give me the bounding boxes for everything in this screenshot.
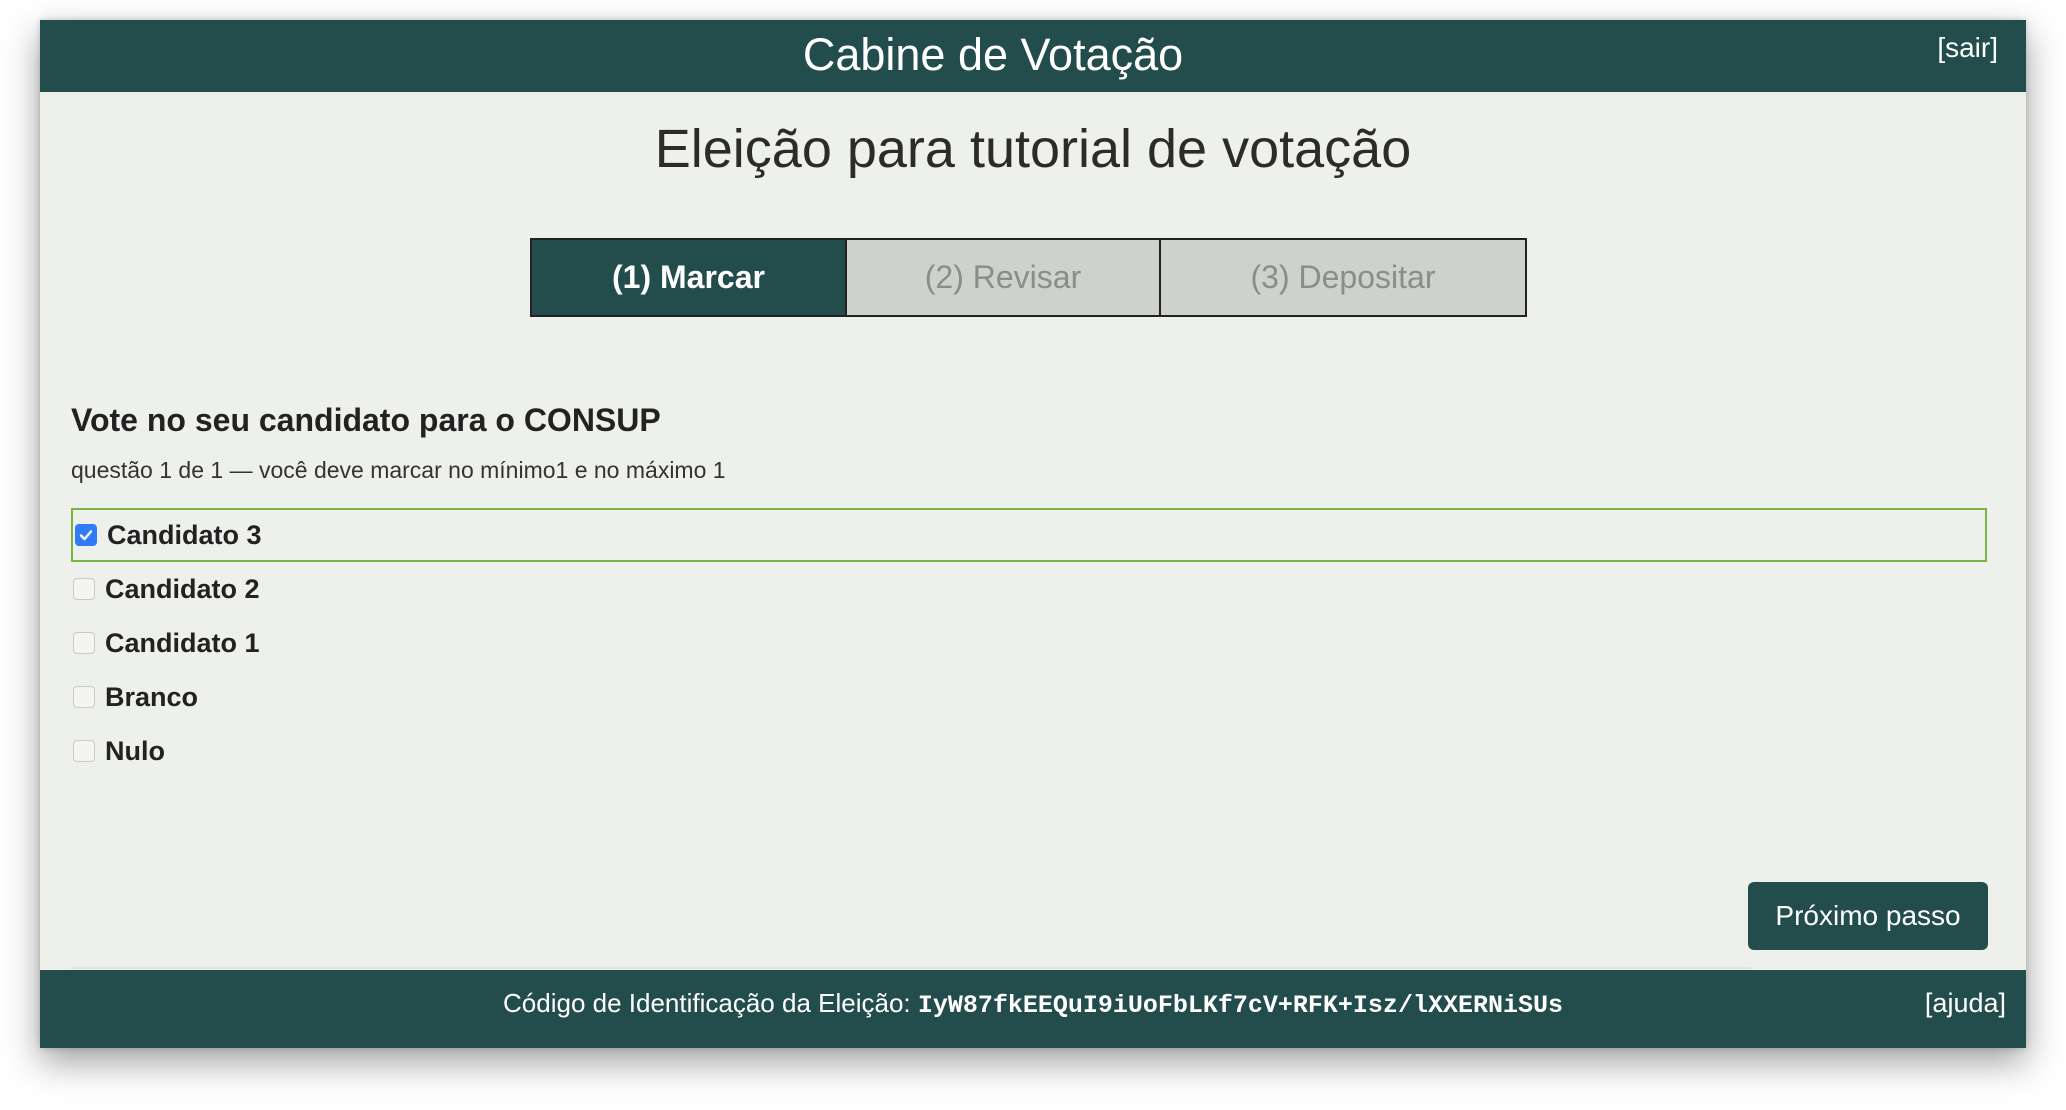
answer-label: Candidato 2 bbox=[105, 573, 260, 604]
checkbox[interactable] bbox=[73, 686, 95, 708]
answer-branco[interactable]: Branco bbox=[71, 670, 1987, 724]
election-id-label: Código de Identificação da Eleição: bbox=[503, 988, 911, 1018]
app-title: Cabine de Votação bbox=[802, 29, 1184, 80]
voting-booth-window: Cabine de Votação [sair] Eleição para tu… bbox=[40, 20, 2026, 1048]
checkbox[interactable] bbox=[73, 578, 95, 600]
election-title: Eleição para tutorial de votação bbox=[654, 119, 1412, 179]
check-icon bbox=[79, 530, 93, 541]
checkbox[interactable] bbox=[73, 632, 95, 654]
question-subtitle: questão 1 de 1 — você deve marcar no mín… bbox=[71, 457, 726, 483]
next-step-button[interactable]: Próximo passo bbox=[1748, 882, 1988, 950]
divider bbox=[71, 967, 1751, 969]
answer-label: Branco bbox=[105, 681, 199, 712]
answer-candidato-2[interactable]: Candidato 2 bbox=[71, 562, 1987, 616]
header-bar: Cabine de Votação [sair] bbox=[40, 20, 2026, 92]
step-deposit: (3) Depositar bbox=[1159, 240, 1525, 315]
election-id-line: Código de Identificação da Eleição: IyW8… bbox=[40, 988, 2026, 1020]
question-title: Vote no seu candidato para o CONSUP bbox=[71, 402, 661, 438]
step-mark: (1) Marcar bbox=[532, 240, 845, 315]
election-id-code: IyW87fkEEQuI9iUoFbLKf7cV+RFK+Isz/lXXERNi… bbox=[917, 991, 1563, 1020]
checkbox[interactable] bbox=[73, 740, 95, 762]
answer-candidato-1[interactable]: Candidato 1 bbox=[71, 616, 1987, 670]
answer-nulo[interactable]: Nulo bbox=[71, 724, 1987, 778]
answer-label: Candidato 1 bbox=[105, 627, 260, 658]
checkbox-checked[interactable] bbox=[75, 524, 97, 546]
step-review: (2) Revisar bbox=[845, 240, 1159, 315]
answer-label: Candidato 3 bbox=[107, 519, 262, 550]
help-link[interactable]: [ajuda] bbox=[1925, 988, 2006, 1019]
answer-list: Candidato 3 Candidato 2 Candidato 1 Bran… bbox=[71, 508, 1987, 778]
answer-candidato-3[interactable]: Candidato 3 bbox=[71, 508, 1987, 562]
step-indicator: (1) Marcar (2) Revisar (3) Depositar bbox=[530, 238, 1527, 317]
footer-bar: Código de Identificação da Eleição: IyW8… bbox=[40, 970, 2026, 1048]
logout-link[interactable]: [sair] bbox=[1937, 32, 1998, 64]
answer-label: Nulo bbox=[105, 735, 165, 766]
